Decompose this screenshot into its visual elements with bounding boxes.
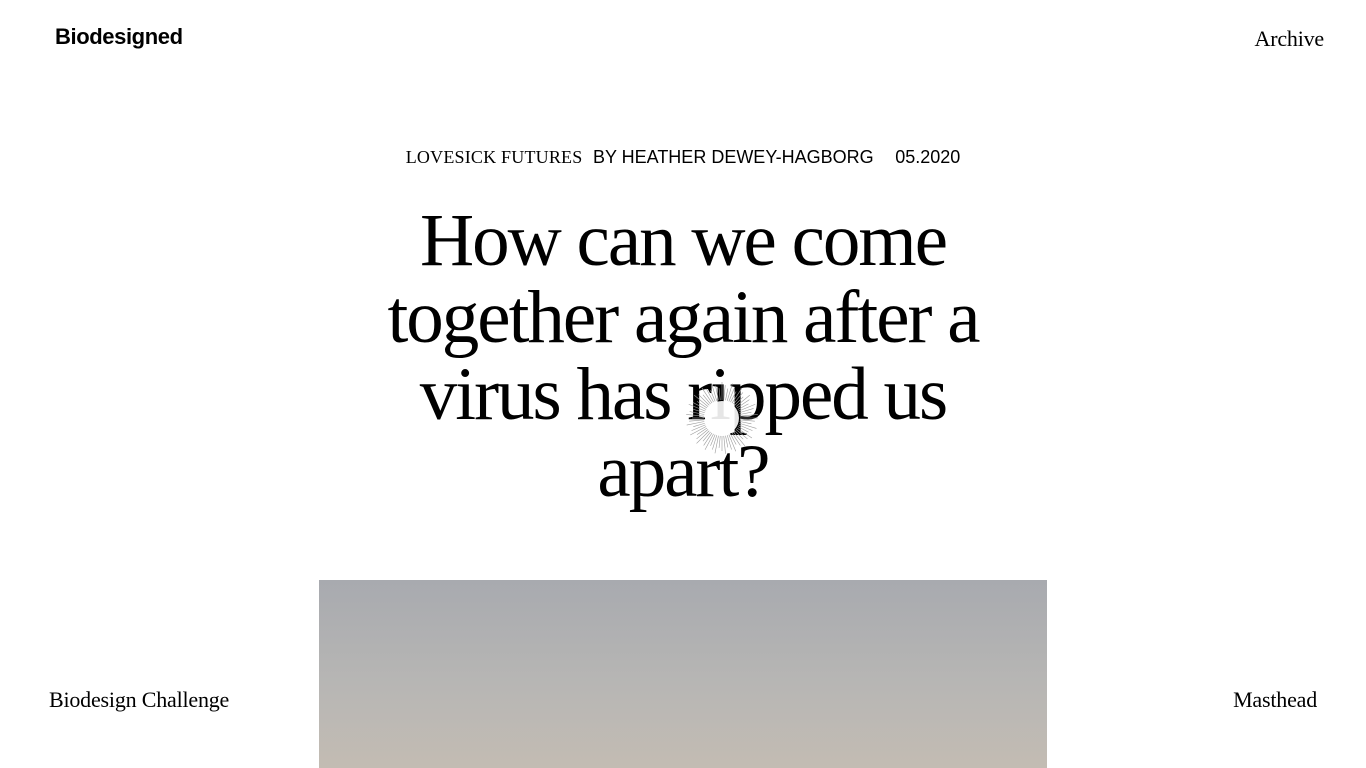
site-logo[interactable]: Biodesigned [55, 24, 183, 50]
hero-image [319, 580, 1047, 768]
article-meta: Lovesick Futures By Heather Dewey-Hagbor… [0, 147, 1366, 168]
nav-biodesign-challenge-link[interactable]: Biodesign Challenge [49, 687, 229, 713]
article-date: 05.2020 [895, 147, 961, 167]
nav-masthead-link[interactable]: Masthead [1233, 687, 1317, 713]
article-title: How can we come together again after a v… [387, 199, 980, 513]
article-series[interactable]: Lovesick Futures [406, 147, 583, 167]
nav-archive-link[interactable]: Archive [1255, 26, 1325, 52]
spinner-icon [686, 382, 758, 454]
article-byline: By Heather Dewey-Hagborg [592, 147, 874, 167]
